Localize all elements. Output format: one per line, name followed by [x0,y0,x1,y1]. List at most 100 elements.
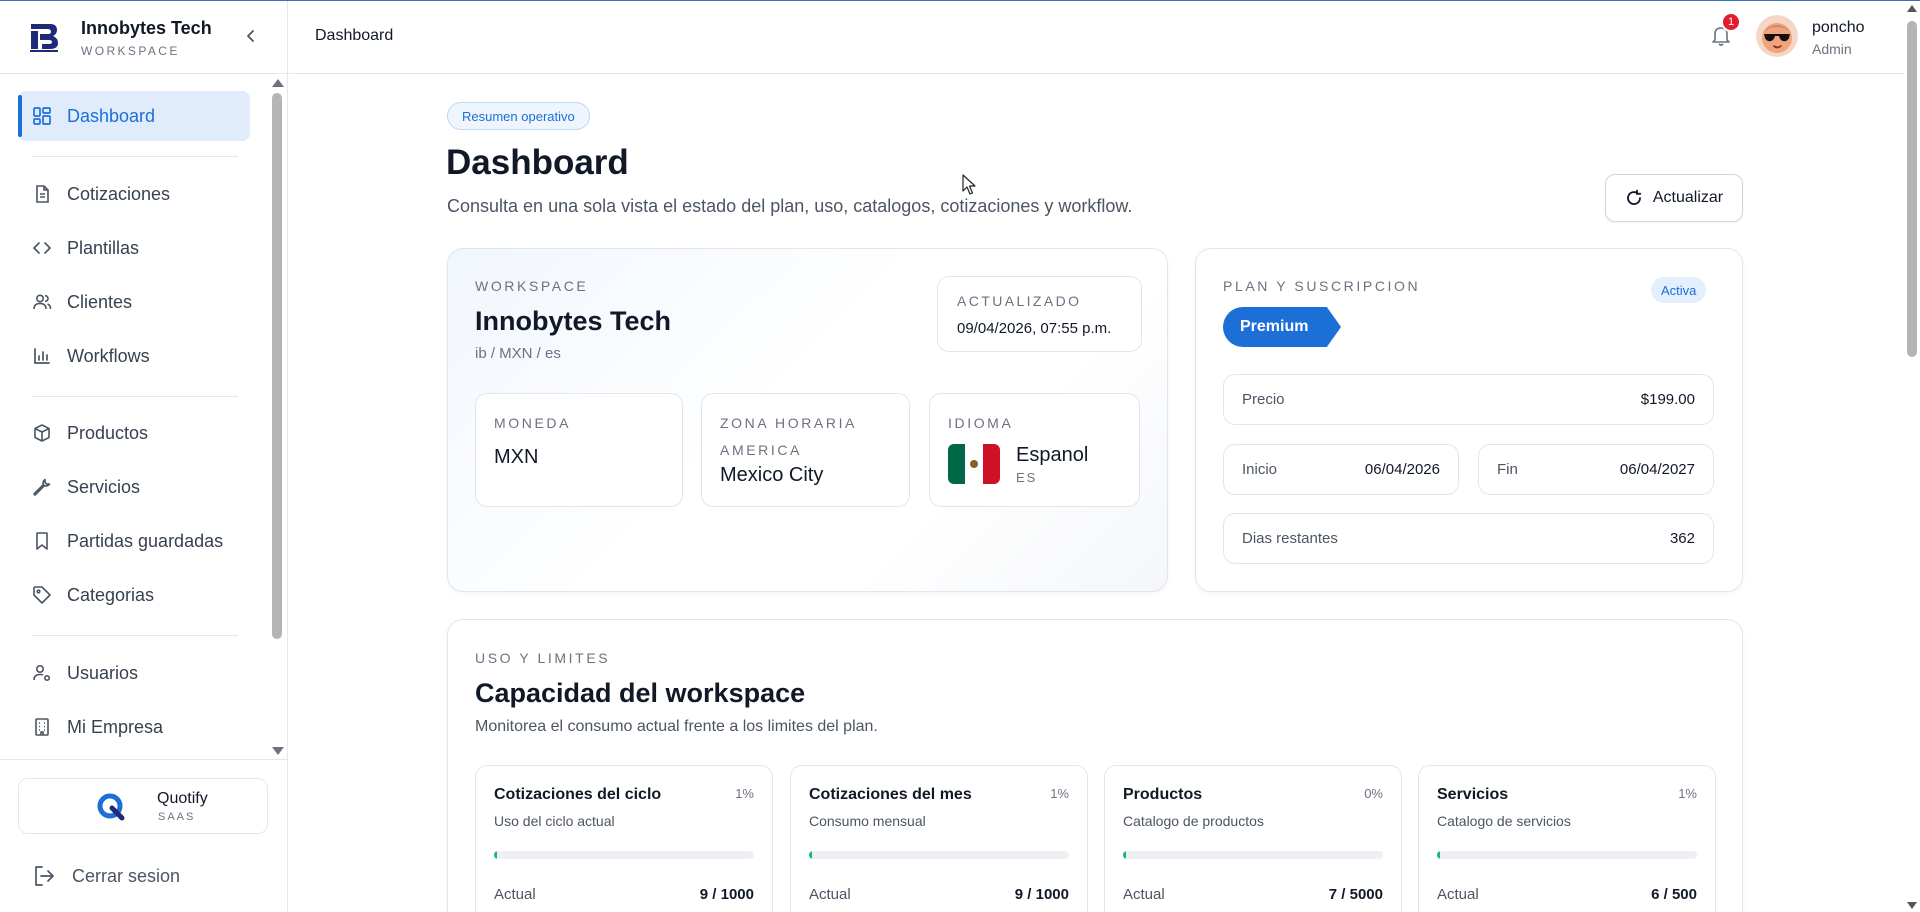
metric-title: Cotizaciones del mes [809,786,972,803]
quotify-logo-icon [97,793,125,821]
notification-badge: 1 [1721,12,1741,32]
app-brand-card[interactable]: Quotify SAAS [18,778,268,834]
app-subtitle: SAAS [158,811,196,823]
sidebar-item-label: Usuarios [67,662,139,683]
users-icon [31,291,53,313]
sidebar-item-label: Partidas guardadas [67,530,224,551]
scroll-down-arrow-icon[interactable] [272,747,284,755]
metric-label: Actual [1123,886,1165,903]
usage-eyebrow: USO Y LIMITES [475,650,611,666]
usage-card: USO Y LIMITES Capacidad del workspace Mo… [447,619,1743,912]
refresh-icon [1627,189,1642,205]
sidebar-item-label: Servicios [67,476,141,497]
currency-value: MXN [494,446,539,468]
metric-progress-fill [809,851,812,859]
page-title: Dashboard [446,143,629,182]
scroll-up-arrow-icon[interactable] [272,79,284,87]
metric-value: 7 / 5000 [1328,886,1383,903]
metric-card: Cotizaciones del ciclo 1% Uso del ciclo … [475,765,773,912]
sidebar-item-label: Productos [67,422,149,443]
bookmark-icon [31,530,53,552]
nav-divider [32,156,238,157]
sidebar-item-partidas-guardadas[interactable]: Partidas guardadas [18,516,250,566]
sidebar-item-label: Categorias [67,584,155,605]
metric-progress-track [494,851,754,859]
metric-percent: 1% [1050,786,1069,801]
metric-subtitle: Catalogo de productos [1123,813,1264,829]
refresh-label: Actualizar [1652,189,1724,206]
user-name: poncho [1812,19,1865,36]
logout-label: Cerrar sesion [72,865,181,886]
start-value: 06/04/2026 [1364,461,1440,478]
innobytes-logo-icon [28,21,60,53]
days-remaining-label: Dias restantes [1242,530,1338,547]
plan-tier-badge: Premium [1223,307,1341,347]
sidebar-item-label: Plantillas [67,237,140,258]
updated-box: ACTUALIZADO 09/04/2026, 07:55 p.m. [937,276,1142,352]
sidebar-scroll-thumb[interactable] [272,93,282,639]
sidebar: Innobytes Tech WORKSPACE Dashboard Cotiz… [0,1,288,912]
price-label: Precio [1242,391,1285,408]
usage-title: Capacidad del workspace [475,678,806,708]
sidebar-item-mi-empresa[interactable]: Mi Empresa [18,702,250,749]
sidebar-item-label: Cotizaciones [67,183,171,204]
sidebar-item-servicios[interactable]: Servicios [18,462,250,512]
metric-label: Actual [1437,886,1479,903]
language-code: ES [1016,470,1038,485]
logout-icon [35,866,54,886]
breadcrumb: Dashboard [315,27,394,44]
avatar[interactable] [1756,15,1798,57]
usage-description: Monitorea el consumo actual frente a los… [475,718,878,735]
building-icon [31,716,53,738]
metric-progress-track [1437,851,1697,859]
page-scroll-up-icon[interactable] [1907,5,1917,12]
section-pill: Resumen operativo [447,102,590,130]
code-icon [31,237,53,259]
metric-value: 9 / 1000 [1014,886,1069,903]
end-value: 06/04/2027 [1619,461,1695,478]
sidebar-item-label: Workflows [67,345,150,366]
workspace-eyebrow: WORKSPACE [475,278,589,294]
sidebar-item-plantillas[interactable]: Plantillas [18,223,250,273]
sidebar-item-productos[interactable]: Productos [18,408,250,458]
user-settings-icon [31,662,53,684]
metric-percent: 1% [735,786,754,801]
start-row: Inicio 06/04/2026 [1223,444,1459,495]
sidebar-item-cotizaciones[interactable]: Cotizaciones [18,169,250,219]
sidebar-item-categorias[interactable]: Categorias [18,570,250,620]
sidebar-item-usuarios[interactable]: Usuarios [18,648,250,698]
sidebar-item-workflows[interactable]: Workflows [18,331,250,381]
sidebar-item-clientes[interactable]: Clientes [18,277,250,327]
chevron-left-icon [247,30,254,42]
plan-card: PLAN Y SUSCRIPCION Activa Premium Precio… [1195,248,1743,592]
sidebar-item-dashboard[interactable]: Dashboard [18,91,250,141]
language-value: Espanol [1016,444,1089,466]
timezone-box: ZONA HORARIA AMERICA Mexico City [701,393,910,507]
user-avatar-icon [1756,15,1798,57]
workspace-card: WORKSPACE Innobytes Tech ib / MXN / es A… [447,248,1168,592]
page-scroll-down-icon[interactable] [1907,902,1917,909]
refresh-button[interactable]: Actualizar [1605,174,1743,222]
price-value: $199.00 [1640,391,1695,408]
timezone-region: AMERICA [720,442,802,458]
sidebar-nav: Dashboard Cotizaciones Plantillas Client… [0,81,270,749]
page-scroll-thumb[interactable] [1907,21,1917,357]
dashboard-grid-icon [31,105,53,127]
metric-title: Productos [1123,786,1203,803]
workspace-name: Innobytes Tech [475,306,672,336]
box-icon [31,422,53,444]
page-scrollbar[interactable] [1904,1,1920,912]
sidebar-scrollbar[interactable] [270,79,284,755]
collapse-sidebar-button[interactable] [240,25,262,47]
metric-value: 9 / 1000 [699,886,754,903]
logout-button[interactable]: Cerrar sesion [32,862,180,890]
metric-label: Actual [809,886,851,903]
bar-chart-icon [31,345,53,367]
metric-value: 6 / 500 [1651,886,1697,903]
days-remaining-value: 362 [1669,530,1695,547]
metric-label: Actual [494,886,536,903]
sidebar-footer: Quotify SAAS Cerrar sesion [0,759,288,912]
workspace-meta: ib / MXN / es [475,345,561,362]
timezone-city: Mexico City [720,464,824,486]
mexico-flag-icon [948,444,1000,484]
